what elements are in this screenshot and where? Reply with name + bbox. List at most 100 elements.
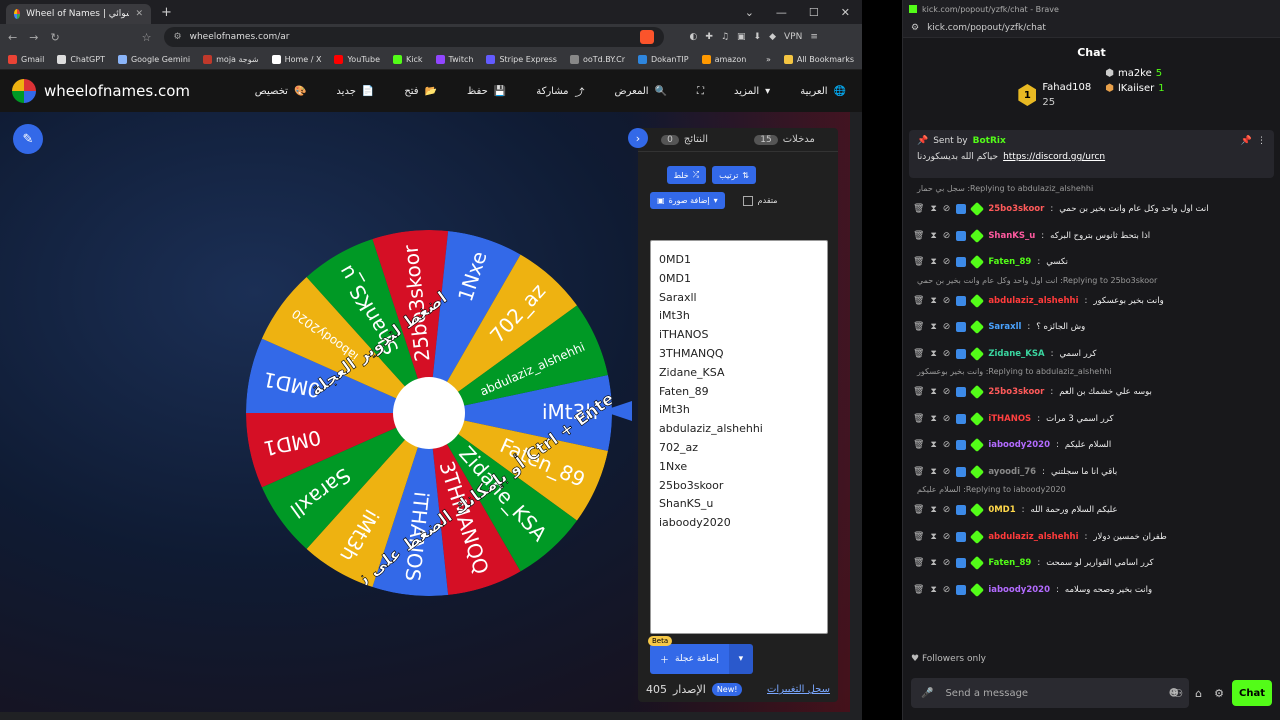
bookmark-item[interactable]: moja شوجة xyxy=(203,55,259,64)
leader-entry[interactable]: ⬢ lKaiiser 1 xyxy=(1105,83,1164,94)
menu-customize[interactable]: 🎨 تخصيص xyxy=(255,86,307,97)
chat-message[interactable]: 🗑 ⧗ ⊘ iTHANOS: كرر اسمي 3 مرات xyxy=(913,406,1270,433)
microphone-icon[interactable]: 🎤 xyxy=(921,688,933,699)
delete-icon[interactable]: 🗑 xyxy=(913,440,924,450)
delete-icon[interactable]: 🗑 xyxy=(913,558,924,568)
close-tab-icon[interactable]: ✕ xyxy=(135,9,143,19)
send-chat-button[interactable]: Chat xyxy=(1232,680,1272,706)
more-options-icon[interactable]: ⋮ xyxy=(1257,136,1266,146)
chat-username[interactable]: iTHANOS xyxy=(988,414,1031,424)
ban-icon[interactable]: ⊘ xyxy=(943,231,951,241)
ban-icon[interactable]: ⊘ xyxy=(943,296,951,306)
edit-pencil-icon[interactable]: ✎ xyxy=(13,124,43,154)
chat-message[interactable]: 🗑 ⧗ ⊘ abdulaziz_alshehhi: طفران خمسين دولار xyxy=(913,524,1270,551)
forward-icon[interactable]: → xyxy=(29,31,38,44)
discord-link[interactable]: https://discord.gg/urcn xyxy=(1003,152,1105,162)
chat-message[interactable]: 🗑 ⧗ ⊘ abdulaziz_alshehhi: وانت بخير بوعسكور xyxy=(913,288,1270,315)
chat-username[interactable]: ShanKS_u xyxy=(988,231,1035,241)
chat-message[interactable]: 🗑 ⧗ ⊘ Saraxll: وش الجائزه ؟ xyxy=(913,314,1270,341)
store-icon[interactable]: ⌂ xyxy=(1195,687,1202,700)
bookmark-item[interactable]: ChatGPT xyxy=(57,55,105,64)
maximize-icon[interactable]: ☐ xyxy=(809,6,819,19)
site-info-icon[interactable]: ⚙ xyxy=(911,23,919,33)
ban-icon[interactable]: ⊘ xyxy=(943,322,951,332)
bookmark-item[interactable]: Google Gemini xyxy=(117,55,190,64)
chat-username[interactable]: 25bo3skoor xyxy=(988,387,1044,397)
music-icon[interactable]: ♫ xyxy=(721,32,729,42)
name-wheel[interactable]: iMt3hFaten_89Zidane_KSA3THMANQQiTHANOSiM… xyxy=(246,230,612,596)
bookmark-item[interactable]: DokanTIP xyxy=(637,55,689,64)
pin-icon[interactable]: 📌 xyxy=(1241,136,1252,146)
delete-icon[interactable]: 🗑 xyxy=(913,532,924,542)
menu-icon[interactable]: ≡ xyxy=(810,32,818,42)
ban-icon[interactable]: ⊘ xyxy=(943,467,951,477)
brave-shield-icon[interactable] xyxy=(639,30,654,44)
delete-icon[interactable]: 🗑 xyxy=(913,414,924,424)
menu-more[interactable]: ▾ المزيد xyxy=(734,86,770,97)
menu-open[interactable]: 📂 فتح xyxy=(404,86,437,97)
sort-button[interactable]: ⇅ ترتيب xyxy=(712,166,756,184)
vpn-button[interactable]: VPN xyxy=(784,32,802,42)
ban-icon[interactable]: ⊘ xyxy=(943,387,951,397)
ban-icon[interactable]: ⊘ xyxy=(943,257,951,267)
timeout-icon[interactable]: ⧗ xyxy=(930,414,936,424)
delete-icon[interactable]: 🗑 xyxy=(913,505,924,515)
minimize-icon[interactable]: — xyxy=(776,6,787,19)
chat-message[interactable]: 🗑 ⧗ ⊘ Zidane_KSA: كرر اسمي xyxy=(913,341,1270,368)
botrix-user[interactable]: BotRix xyxy=(973,136,1006,146)
chat-message[interactable]: 🗑 ⧗ ⊘ 0MD1: عليكم السلام ورحمة الله xyxy=(913,497,1270,524)
timeout-icon[interactable]: ⧗ xyxy=(930,467,936,477)
bookmark-item[interactable]: Stripe Express xyxy=(486,55,557,64)
chat-username[interactable]: iaboody2020 xyxy=(988,585,1050,595)
menu-gallery[interactable]: 🔍 المعرض xyxy=(615,86,668,97)
collapse-panel-icon[interactable]: › xyxy=(628,128,648,148)
menu-language[interactable]: 🌐 العربية xyxy=(800,86,846,97)
ban-icon[interactable]: ⊘ xyxy=(943,585,951,595)
chat-message[interactable]: 🗑 ⧗ ⊘ iaboody2020: السلام عليكم xyxy=(913,432,1270,459)
tab-entries[interactable]: مدخلات 15 xyxy=(754,134,815,145)
chevron-down-icon[interactable]: ⌄ xyxy=(745,6,754,19)
entries-textarea[interactable]: 0MD1 0MD1 Saraxll iMt3h iTHANOS 3THMANQQ Zidan… xyxy=(650,240,828,634)
delete-icon[interactable]: 🗑 xyxy=(913,322,924,332)
ban-icon[interactable]: ⊘ xyxy=(943,204,951,214)
timeout-icon[interactable]: ⧗ xyxy=(930,349,936,359)
menu-new[interactable]: 📄 جديد xyxy=(336,86,374,97)
leader-name[interactable]: Fahad108 xyxy=(1042,82,1091,93)
chat-username[interactable]: abdulaziz_alshehhi xyxy=(988,532,1078,542)
bookmark-item[interactable]: Kick xyxy=(393,55,423,64)
chat-message[interactable]: 🗑 ⧗ ⊘ 25bo3skoor: انت اول واحد وكل عام وانت … xyxy=(913,196,1270,223)
rewards-icon[interactable]: ◆ xyxy=(769,32,776,42)
chat-username[interactable]: Zidane_KSA xyxy=(988,349,1044,359)
chat-message[interactable]: 🗑 ⧗ ⊘ 25bo3skoor: بوسه علي خشمك بن العم xyxy=(913,379,1270,406)
timeout-icon[interactable]: ⧗ xyxy=(930,322,936,332)
chat-username[interactable]: Faten_89 xyxy=(988,558,1031,568)
leader-entry[interactable]: ⬢ ma2ke 5 xyxy=(1105,68,1164,79)
page-scrollbar[interactable] xyxy=(850,112,862,720)
chat-username[interactable]: ayoodi_76 xyxy=(988,467,1036,477)
menu-save[interactable]: 💾 حفظ xyxy=(467,86,506,97)
ban-icon[interactable]: ⊘ xyxy=(943,532,951,542)
add-image-button[interactable]: ▣ إضافة صورة ▾ xyxy=(650,192,725,209)
bookmark-item[interactable]: Home / X xyxy=(271,55,321,64)
extension-icon[interactable]: ◐ xyxy=(690,32,698,42)
back-icon[interactable]: ← xyxy=(8,31,17,44)
timeout-icon[interactable]: ⧗ xyxy=(930,505,936,515)
timeout-icon[interactable]: ⧗ xyxy=(930,204,936,214)
ban-icon[interactable]: ⊘ xyxy=(943,414,951,424)
chat-username[interactable]: iaboody2020 xyxy=(988,440,1050,450)
timeout-icon[interactable]: ⧗ xyxy=(930,387,936,397)
chat-username[interactable]: 0MD1 xyxy=(988,505,1015,515)
bookmark-item[interactable]: ooTd.BY.Cr xyxy=(569,55,625,64)
users-icon[interactable]: ⚇ xyxy=(1173,687,1183,700)
ban-icon[interactable]: ⊘ xyxy=(943,349,951,359)
timeout-icon[interactable]: ⧗ xyxy=(930,231,936,241)
chat-message[interactable]: 🗑 ⧗ ⊘ iaboody2020: وانت بخير وصحه وسلامه xyxy=(913,577,1270,604)
chat-username[interactable]: 25bo3skoor xyxy=(988,204,1044,214)
bookmark-item[interactable]: Gmail xyxy=(8,55,44,64)
download-icon[interactable]: ⬇ xyxy=(754,32,762,42)
ban-icon[interactable]: ⊘ xyxy=(943,558,951,568)
timeout-icon[interactable]: ⧗ xyxy=(930,532,936,542)
reload-icon[interactable]: ↻ xyxy=(50,31,59,44)
sidebar-icon[interactable]: ▣ xyxy=(737,32,746,42)
puzzle-icon[interactable]: ✚ xyxy=(705,32,713,42)
